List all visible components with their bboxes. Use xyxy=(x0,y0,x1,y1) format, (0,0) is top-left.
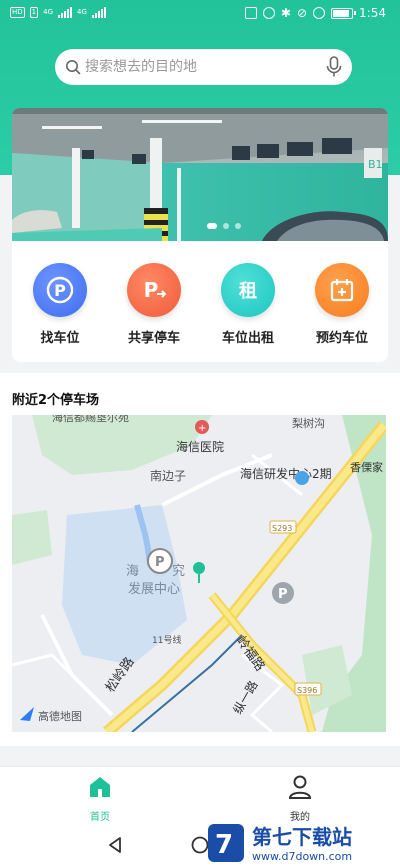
watermark-glyph: 7 xyxy=(215,830,233,860)
rent-icon: 租 xyxy=(221,263,275,317)
share-glyph: P xyxy=(144,278,159,302)
reserve-space-button[interactable]: 预约车位 xyxy=(302,263,382,346)
network-type-1: 4G xyxy=(43,8,54,16)
mute-icon: ⊘ xyxy=(296,6,308,20)
reserve-space-label: 预约车位 xyxy=(315,331,368,346)
parking-garage-image: B1 xyxy=(12,108,388,241)
watermark-url: www.d7down.com xyxy=(252,850,352,863)
map-label-xiangli: 香傈家 xyxy=(350,460,383,474)
map-canvas: 海信都赐垦尔苑 + 海信医院 梨树沟 南边子 海信研发中心2期 香傈家 S293… xyxy=(12,415,386,732)
search-icon xyxy=(66,60,81,75)
bluetooth-icon: ✱ xyxy=(280,6,291,20)
parking-icon: P xyxy=(33,263,87,317)
carousel-dot[interactable] xyxy=(207,223,217,229)
watermark-logo: 7 第七下载站 www.d7down.com xyxy=(208,824,352,863)
nfc-icon xyxy=(244,7,257,19)
parking-marker-1: P xyxy=(155,555,165,570)
share-parking-label: 共享停车 xyxy=(127,331,180,346)
shortcut-panel: P 找车位 P 共享停车 租 车位出租 预约车位 xyxy=(12,241,388,362)
map-label-center: 海信研发中心2期 xyxy=(240,466,332,481)
promo-banner[interactable]: B1 xyxy=(12,108,388,241)
tab-mine[interactable]: 我的 xyxy=(260,774,340,823)
map-label-campus-b: 究 xyxy=(172,564,185,579)
carousel-dot[interactable] xyxy=(223,223,229,229)
level-sign: B1 xyxy=(368,158,383,171)
signal-2-icon xyxy=(91,6,106,18)
map-label-top: 海信都赐垦尔苑 xyxy=(52,415,129,424)
map-view[interactable]: 海信都赐垦尔苑 + 海信医院 梨树沟 南边子 海信研发中心2期 香傈家 S293… xyxy=(12,415,386,732)
find-parking-button[interactable]: P 找车位 xyxy=(20,263,100,346)
share-parking-button[interactable]: P 共享停车 xyxy=(114,263,194,346)
network-type-2: 4G xyxy=(77,8,87,16)
road-s293: S293 xyxy=(272,524,292,533)
tab-home[interactable]: 首页 xyxy=(60,774,140,823)
alarm-icon xyxy=(262,7,275,19)
status-left: HD 1 4G 4G xyxy=(10,6,106,18)
map-label-hospital: 海信医院 xyxy=(176,439,224,454)
metro-line-11: 11号线 xyxy=(152,634,181,646)
nearby-section: 附近2个停车场 海信都赐垦尔苑 + 海信医院 梨树沟 南边子 海信研发中心2期 … xyxy=(0,373,400,746)
carousel-dot[interactable] xyxy=(235,223,241,229)
home-icon xyxy=(90,777,110,797)
microphone-icon[interactable] xyxy=(326,56,342,78)
rent-space-button[interactable]: 租 车位出租 xyxy=(208,263,288,346)
find-parking-label: 找车位 xyxy=(40,331,80,346)
bottom-tab-bar: 首页 我的 xyxy=(0,766,400,824)
road-s396: S396 xyxy=(297,686,317,695)
map-brand: 高德地图 xyxy=(38,709,82,723)
calendar-reserve-icon xyxy=(315,263,369,317)
user-icon xyxy=(288,775,312,799)
parking-marker-2: P xyxy=(278,587,288,602)
share-parking-icon: P xyxy=(127,263,181,317)
signal-1-icon xyxy=(58,6,73,18)
search-input[interactable] xyxy=(85,49,315,85)
watermark-title: 第七下载站 xyxy=(252,825,352,849)
map-label-lishugou: 梨树沟 xyxy=(292,416,325,430)
map-label-south: 南边子 xyxy=(150,468,186,483)
back-icon[interactable] xyxy=(106,835,126,855)
sim-badge: 1 xyxy=(29,6,39,18)
hospital-icon: + xyxy=(198,423,206,434)
battery-icon xyxy=(331,7,357,19)
rent-glyph: 租 xyxy=(239,281,257,302)
hd-badge: HD xyxy=(10,6,25,18)
speed-icon xyxy=(313,7,326,19)
status-right: ✱ ⊘ 1:54 xyxy=(244,6,386,20)
carousel-dots[interactable] xyxy=(207,223,241,229)
rent-space-label: 车位出租 xyxy=(221,331,274,346)
status-time: 1:54 xyxy=(359,6,386,20)
tab-home-label: 首页 xyxy=(90,812,110,823)
nearby-title: 附近2个停车场 xyxy=(12,393,100,408)
search-bar[interactable] xyxy=(55,49,352,85)
map-label-campus-a: 海 xyxy=(126,564,139,579)
map-label-campus-c: 发展中心 xyxy=(128,581,180,597)
parking-glyph: P xyxy=(54,281,66,300)
status-bar: HD 1 4G 4G ✱ ⊘ 1:54 xyxy=(0,0,400,28)
